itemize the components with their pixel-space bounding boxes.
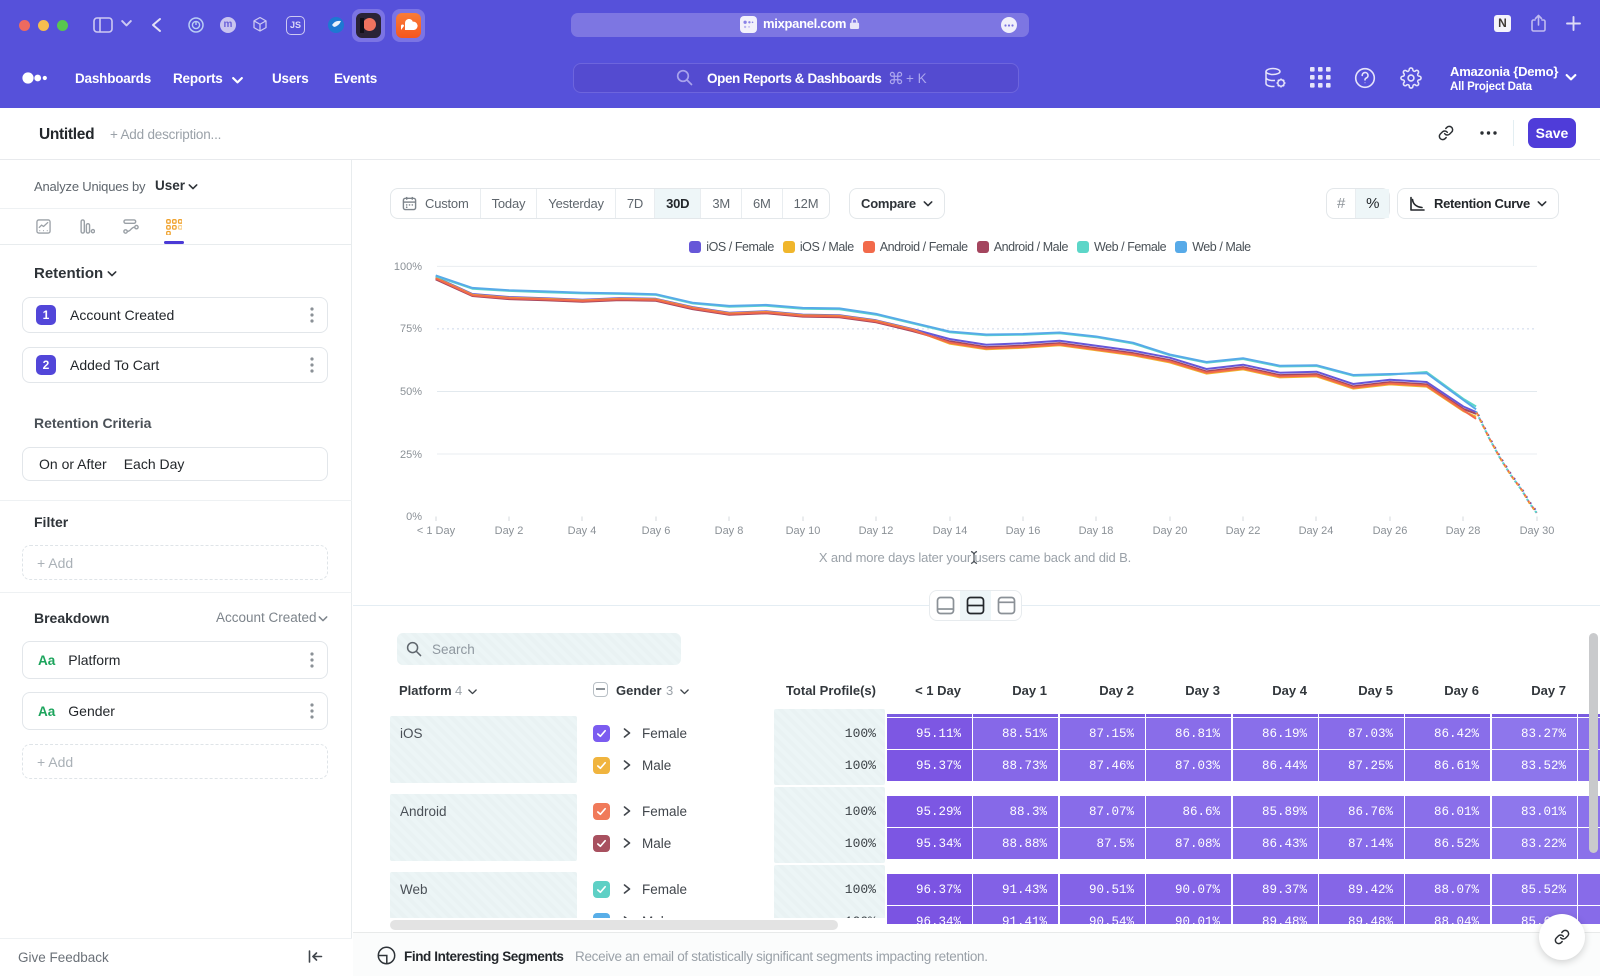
svg-text:Day 16: Day 16 <box>1006 525 1041 537</box>
svg-text:50%: 50% <box>400 386 422 398</box>
svg-text:< 1 Day: < 1 Day <box>417 525 456 537</box>
svg-text:Day 20: Day 20 <box>1153 525 1188 537</box>
svg-text:Day 8: Day 8 <box>715 525 744 537</box>
svg-text:Day 6: Day 6 <box>642 525 671 537</box>
svg-text:Day 10: Day 10 <box>786 525 821 537</box>
svg-text:Day 24: Day 24 <box>1299 525 1334 537</box>
svg-text:Day 18: Day 18 <box>1079 525 1114 537</box>
svg-text:Day 12: Day 12 <box>859 525 894 537</box>
svg-text:Day 28: Day 28 <box>1446 525 1481 537</box>
svg-text:25%: 25% <box>400 449 422 461</box>
svg-text:Day 30: Day 30 <box>1520 525 1555 537</box>
svg-text:Day 4: Day 4 <box>568 525 597 537</box>
svg-text:100%: 100% <box>394 261 422 273</box>
svg-text:Day 26: Day 26 <box>1373 525 1408 537</box>
svg-text:0%: 0% <box>406 511 422 523</box>
svg-text:Day 22: Day 22 <box>1226 525 1261 537</box>
svg-text:Day 2: Day 2 <box>495 525 524 537</box>
svg-text:75%: 75% <box>400 323 422 335</box>
svg-text:Day 14: Day 14 <box>933 525 968 537</box>
